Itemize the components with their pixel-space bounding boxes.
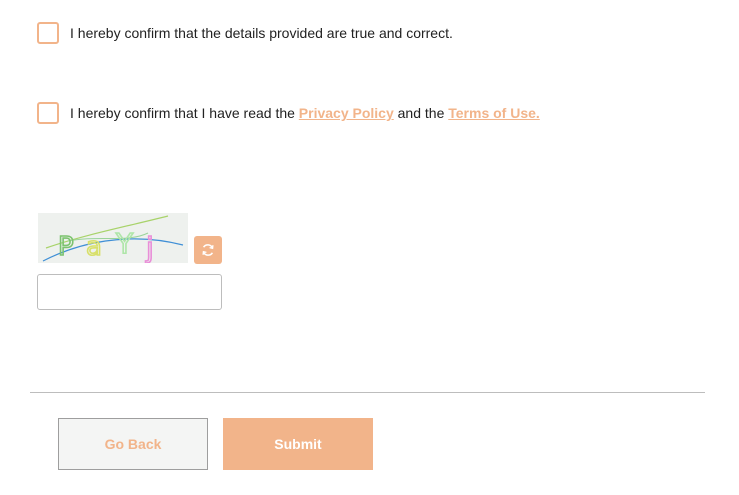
truthful-consent-checkbox[interactable] [37, 22, 59, 44]
policy-text-before: I hereby confirm that I have read the [70, 105, 299, 121]
captcha-input[interactable] [37, 274, 222, 310]
policy-consent-checkbox[interactable] [37, 102, 59, 124]
go-back-button[interactable]: Go Back [58, 418, 208, 470]
captcha-char-2: a [86, 232, 102, 262]
captcha-char-1: P [58, 232, 74, 262]
policy-text-middle: and the [393, 105, 449, 121]
refresh-icon [202, 244, 214, 256]
policy-consent-label: I hereby confirm that I have read the Pr… [70, 104, 540, 122]
captcha-char-4: j [145, 231, 154, 263]
captcha-drawing: P a Y j [42, 215, 184, 263]
submit-button[interactable]: Submit [223, 418, 373, 470]
captcha-refresh-button[interactable] [194, 236, 222, 264]
policy-consent-row: I hereby confirm that I have read the Pr… [37, 102, 540, 124]
truthful-consent-row: I hereby confirm that the details provid… [37, 22, 453, 44]
privacy-policy-link[interactable]: Privacy Policy [299, 105, 394, 121]
divider [30, 392, 705, 393]
truthful-consent-label: I hereby confirm that the details provid… [70, 25, 453, 41]
terms-of-use-link[interactable]: Terms of Use. [448, 105, 540, 121]
captcha-image: P a Y j [38, 213, 188, 263]
captcha-char-3: Y [115, 227, 134, 260]
